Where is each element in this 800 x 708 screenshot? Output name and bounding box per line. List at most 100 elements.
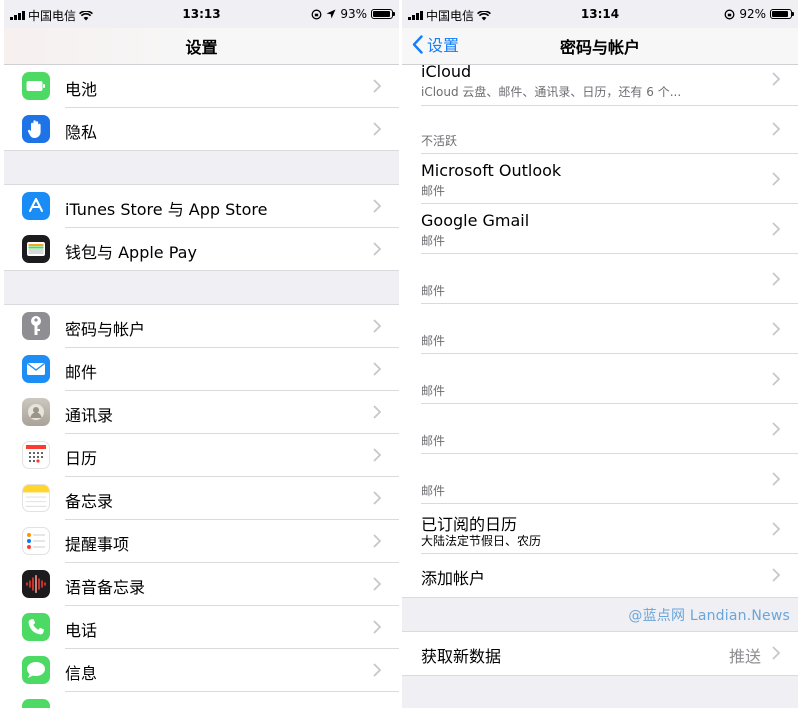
chevron-right-icon (373, 199, 381, 213)
nav-bar: 设置 (4, 28, 399, 65)
phone-icon (22, 613, 50, 641)
account-row-icloud[interactable]: iCloud iCloud 云盘、邮件、通讯录、日历，还有 6 个... (402, 62, 798, 106)
chevron-right-icon (373, 122, 381, 136)
chevron-right-icon (772, 472, 780, 486)
settings-row-label: 电池 (65, 80, 98, 99)
account-subtitle: 邮件 (421, 284, 446, 298)
notes-icon (22, 484, 50, 512)
settings-screen: 中国电信 13:13 93% 设置 电池 隐私 iTunes Store 与 A… (4, 0, 399, 708)
chevron-right-icon (772, 568, 780, 582)
fetch-new-data-label: 获取新数据 (421, 647, 502, 666)
reminders-icon (22, 527, 50, 555)
page-title: 设置 (185, 38, 218, 57)
account-subtitle: 邮件 (421, 234, 446, 248)
account-row[interactable]: 邮件 (402, 354, 798, 404)
battery-status-icon (371, 9, 395, 19)
chevron-right-icon (373, 663, 381, 677)
screenshot: 中国电信 13:13 93% 设置 电池 隐私 iTunes Store 与 A… (0, 0, 800, 708)
battery-percent: 92% (739, 7, 766, 21)
calendar-icon (22, 441, 50, 469)
contacts-icon (22, 398, 50, 426)
chevron-right-icon (772, 172, 780, 186)
hand-icon (22, 115, 50, 143)
chevron-right-icon (772, 522, 780, 536)
location-icon (326, 9, 336, 19)
account-row[interactable]: 邮件 (402, 254, 798, 304)
status-bar: 中国电信 13:14 92% (402, 0, 798, 28)
passwords-accounts-screen: 中国电信 13:14 92% 设置 密码与帐户 iCloud iCloud 云盘… (402, 0, 798, 708)
mail-icon (22, 355, 50, 383)
settings-row-reminders[interactable]: 提醒事项 (4, 520, 399, 563)
account-row[interactable]: 邮件 (402, 304, 798, 354)
settings-row-notes[interactable]: 备忘录 (4, 477, 399, 520)
fetch-new-data-row[interactable]: 获取新数据 推送 (402, 632, 798, 676)
chevron-right-icon (772, 322, 780, 336)
settings-row-wallet[interactable]: 钱包与 Apple Pay (4, 228, 399, 270)
settings-row-label: 日历 (65, 449, 98, 468)
account-subtitle: 邮件 (421, 384, 446, 398)
nav-bar: 设置 密码与帐户 (402, 28, 798, 65)
account-subtitle: 大陆法定节假日、农历 (421, 534, 542, 548)
account-subtitle: 邮件 (421, 434, 446, 448)
add-account-row[interactable]: 添加帐户 (402, 554, 798, 597)
chevron-right-icon (373, 79, 381, 93)
section-gap (4, 270, 399, 305)
account-row-gmail[interactable]: Google Gmail 邮件 (402, 204, 798, 254)
chevron-right-icon (772, 646, 780, 660)
add-account-label: 添加帐户 (421, 569, 486, 588)
inactive-section-row[interactable]: 不活跃 (402, 106, 798, 154)
account-row-subscribed-calendars[interactable]: 已订阅的日历 大陆法定节假日、农历 (402, 504, 798, 554)
chevron-right-icon (373, 620, 381, 634)
status-bar: 中国电信 13:13 93% (4, 0, 399, 28)
messages-icon (22, 656, 50, 684)
account-subtitle: 邮件 (421, 484, 446, 498)
chevron-right-icon (373, 405, 381, 419)
account-row[interactable]: 邮件 (402, 454, 798, 504)
account-subtitle: iCloud 云盘、邮件、通讯录、日历，还有 6 个... (421, 85, 682, 99)
orientation-lock-icon (311, 9, 322, 19)
settings-row-label: 隐私 (65, 123, 98, 142)
settings-row-battery[interactable]: 电池 (4, 65, 399, 108)
account-title: Microsoft Outlook (421, 161, 562, 180)
settings-row-contacts[interactable]: 通讯录 (4, 391, 399, 434)
settings-row-label: 信息 (65, 664, 98, 683)
account-row[interactable]: 邮件 (402, 404, 798, 454)
settings-row-partial[interactable] (4, 692, 399, 708)
settings-row-label: 钱包与 Apple Pay (65, 243, 197, 262)
settings-row-messages[interactable]: 信息 (4, 649, 399, 692)
page-title: 密码与帐户 (559, 38, 640, 57)
settings-row-calendar[interactable]: 日历 (4, 434, 399, 477)
settings-row-passwords-accounts[interactable]: 密码与帐户 (4, 305, 399, 348)
wallet-icon (22, 235, 50, 263)
settings-row-itunes-app-store[interactable]: iTunes Store 与 App Store (4, 185, 399, 228)
settings-row-mail[interactable]: 邮件 (4, 348, 399, 391)
chevron-right-icon (373, 362, 381, 376)
settings-row-label: 邮件 (65, 363, 98, 382)
settings-row-privacy[interactable]: 隐私 (4, 108, 399, 150)
account-subtitle: 邮件 (421, 334, 446, 348)
section-header-inactive: 不活跃 (421, 134, 458, 148)
settings-row-label: 备忘录 (65, 492, 114, 511)
chevron-right-icon (772, 372, 780, 386)
chevron-right-icon (772, 422, 780, 436)
settings-row-label: 通讯录 (65, 406, 114, 425)
settings-row-voice-memos[interactable]: 语音备忘录 (4, 563, 399, 606)
settings-list: 电池 隐私 iTunes Store 与 App Store 钱包与 Apple… (4, 65, 399, 708)
account-title: iCloud (421, 62, 472, 81)
account-title: Google Gmail (421, 211, 530, 230)
accounts-list: iCloud iCloud 云盘、邮件、通讯录、日历，还有 6 个... 不活跃… (402, 62, 798, 676)
settings-row-label: 语音备忘录 (65, 578, 146, 597)
chevron-right-icon (373, 319, 381, 333)
settings-row-label: 电话 (65, 621, 98, 640)
settings-row-label: iTunes Store 与 App Store (65, 200, 268, 219)
section-gap: @蓝点网 Landian.News (402, 597, 798, 632)
battery-percent: 93% (340, 7, 367, 21)
account-row-outlook[interactable]: Microsoft Outlook 邮件 (402, 154, 798, 204)
section-gap (4, 150, 399, 185)
battery-status-icon (770, 9, 794, 19)
voice-memos-icon (22, 570, 50, 598)
battery-level (772, 11, 789, 17)
account-subtitle: 邮件 (421, 184, 446, 198)
settings-row-phone[interactable]: 电话 (4, 606, 399, 649)
battery-icon (22, 72, 50, 100)
